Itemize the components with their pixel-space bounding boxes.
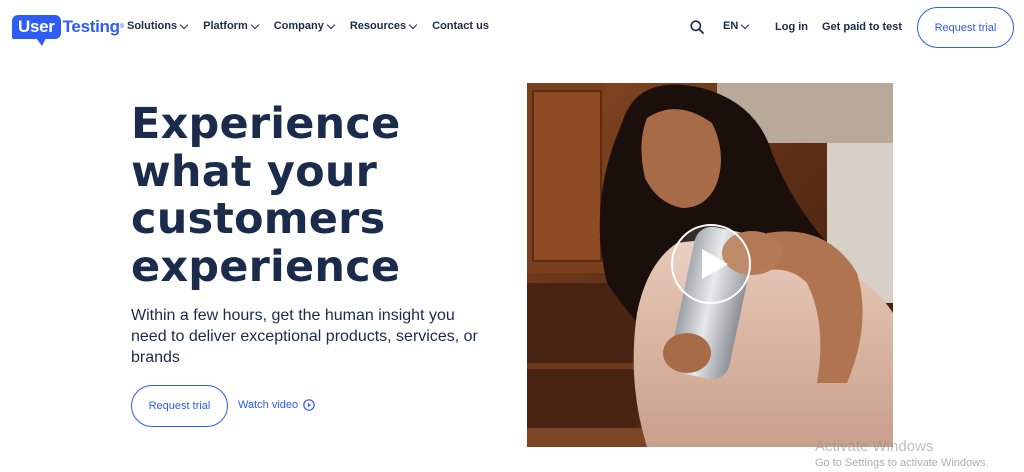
logo-testing-text: Testing [62,17,120,36]
chevron-down-icon [741,20,750,29]
nav-company[interactable]: Company [273,20,336,32]
nav-resources[interactable]: Resources [349,20,418,32]
get-paid-link[interactable]: Get paid to test [822,21,902,33]
nav-solutions[interactable]: Solutions [127,20,189,32]
play-circle-icon [303,399,315,411]
usertesting-logo[interactable]: User Testing ® [12,13,125,46]
nav-platform[interactable]: Platform [203,20,259,32]
login-link[interactable]: Log in [775,21,808,33]
language-label: EN [723,20,739,32]
main-nav: Solutions Platform Company Resources Con… [127,20,505,32]
nav-platform-label: Platform [203,20,248,32]
registered-mark: ® [119,24,125,30]
nav-company-label: Company [273,20,324,32]
hero-title-line: Experience [131,99,401,149]
hero-title-line: what your [131,146,378,197]
chevron-down-icon [408,20,418,29]
chevron-down-icon [250,20,259,29]
nav-solutions-label: Solutions [127,20,178,32]
nav-contact-us-label: Contact us [432,20,489,32]
watch-video-label: Watch video [238,399,299,411]
hero-title-line: experience [131,241,401,292]
windows-watermark-title: Activate Windows [815,438,934,455]
hero-title: Experience what your customers experienc… [131,99,451,292]
logo-user-badge: User [12,15,61,46]
windows-watermark-subtitle: Go to Settings to activate Windows. [815,457,989,469]
nav-contact-us[interactable]: Contact us [432,20,489,32]
hero-subtitle: Within a few hours, get the human insigh… [131,307,478,366]
watch-video-link[interactable]: Watch video [238,399,315,411]
nav-resources-label: Resources [349,20,407,32]
request-trial-button[interactable]: Request trial [131,385,228,427]
chevron-down-icon [326,20,336,29]
request-trial-header-button[interactable]: Request trial [917,7,1014,48]
chevron-down-icon [179,20,189,29]
language-selector[interactable]: EN [723,20,750,32]
search-icon[interactable] [690,20,704,34]
hero-title-line: customers [131,194,386,244]
play-icon[interactable] [670,223,752,305]
site-header: User Testing ® Solutions Platform Compan… [0,0,1024,56]
